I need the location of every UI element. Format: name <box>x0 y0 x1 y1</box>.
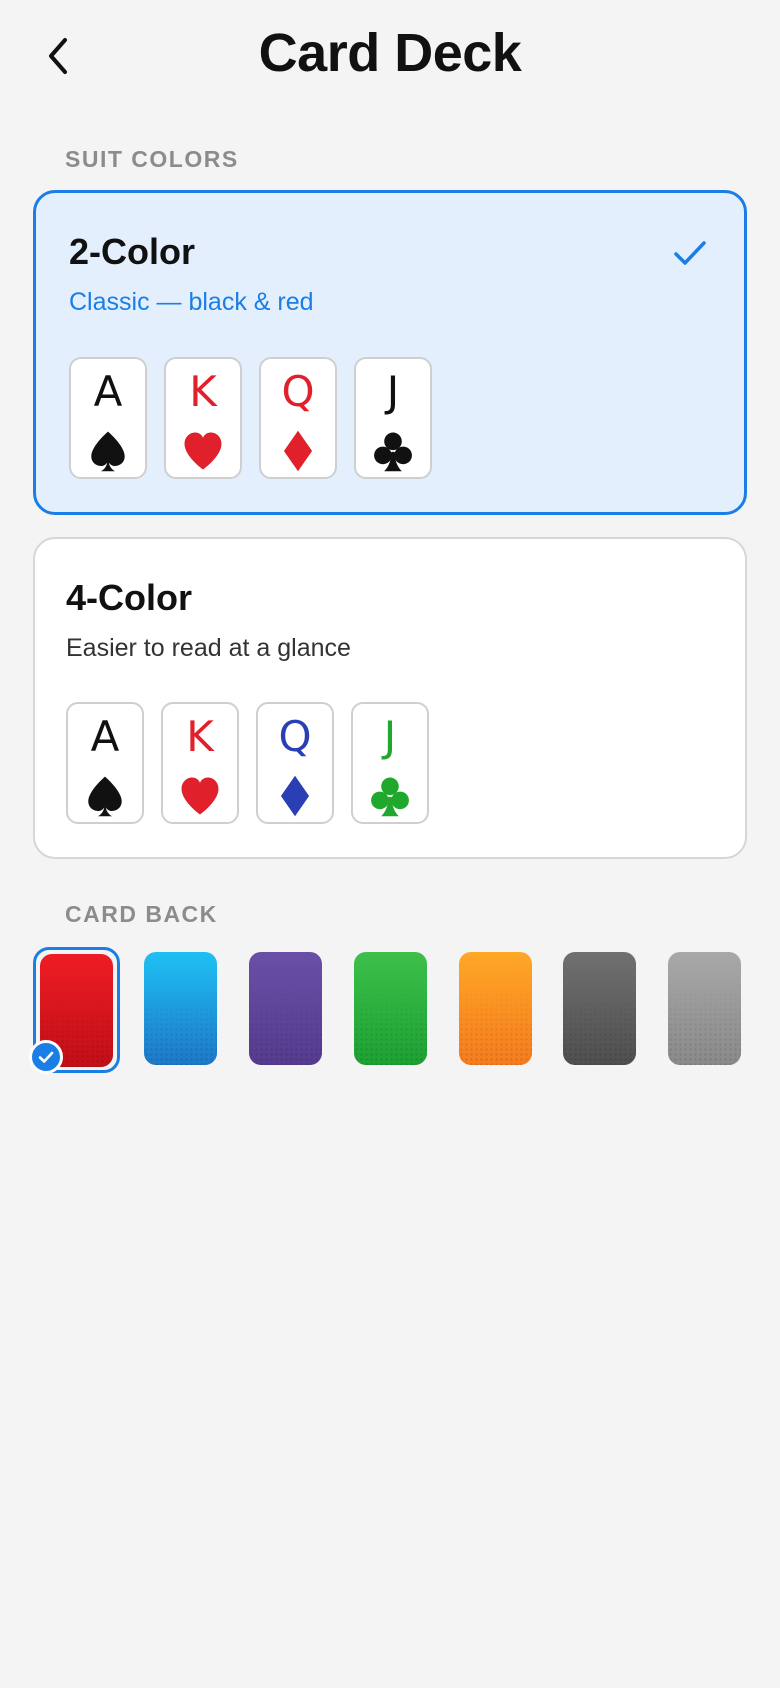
card-rank: Q <box>281 367 315 416</box>
checkmark-icon <box>674 241 706 265</box>
card-back-swatch-green[interactable] <box>354 952 427 1065</box>
heart-icon <box>184 432 222 470</box>
card-preview: J <box>351 702 429 824</box>
card-back-swatch-orange[interactable] <box>459 952 532 1065</box>
card-back-swatch-light-gray[interactable] <box>668 952 741 1065</box>
club-icon <box>371 777 409 817</box>
option-title: 2-Color <box>69 231 195 272</box>
card-preview: K <box>161 702 239 824</box>
card-back-swatch-dark-gray[interactable] <box>563 952 636 1065</box>
card-rank: K <box>186 712 214 761</box>
option-2-color[interactable]: 2-Color Classic — black & red A K Q J <box>33 190 747 515</box>
option-4-color[interactable]: 4-Color Easier to read at a glance A K Q… <box>33 537 747 859</box>
card-preview: A <box>69 357 147 479</box>
option-subtitle: Easier to read at a glance <box>66 634 351 662</box>
diamond-icon <box>280 775 310 817</box>
card-preview: Q <box>256 702 334 824</box>
section-label-suit-colors: SUIT COLORS <box>65 146 239 172</box>
card-preview-row: A K Q J <box>69 357 432 479</box>
card-rank: J <box>383 712 397 761</box>
card-rank: Q <box>278 712 312 761</box>
card-rank: A <box>93 367 123 416</box>
card-preview-row: A K Q J <box>66 702 429 824</box>
card-back-swatch-purple[interactable] <box>249 952 322 1065</box>
heart-icon <box>181 777 219 815</box>
spade-icon <box>91 431 125 472</box>
card-preview: Q <box>259 357 337 479</box>
section-label-card-back: CARD BACK <box>65 901 218 927</box>
card-preview: K <box>164 357 242 479</box>
diamond-icon <box>283 430 313 472</box>
card-back-picker <box>29 947 747 1074</box>
option-title: 4-Color <box>66 577 192 618</box>
card-preview: A <box>66 702 144 824</box>
card-rank: J <box>386 367 400 416</box>
selected-check-icon <box>29 1040 63 1074</box>
card-rank: K <box>189 367 217 416</box>
card-preview: J <box>354 357 432 479</box>
option-subtitle: Classic — black & red <box>69 288 314 316</box>
spade-icon <box>88 776 122 817</box>
page-title: Card Deck <box>258 23 522 83</box>
header: Card Deck <box>0 0 780 120</box>
card-back-swatch-blue[interactable] <box>144 952 217 1065</box>
card-rank: A <box>90 712 120 761</box>
club-icon <box>374 432 412 472</box>
